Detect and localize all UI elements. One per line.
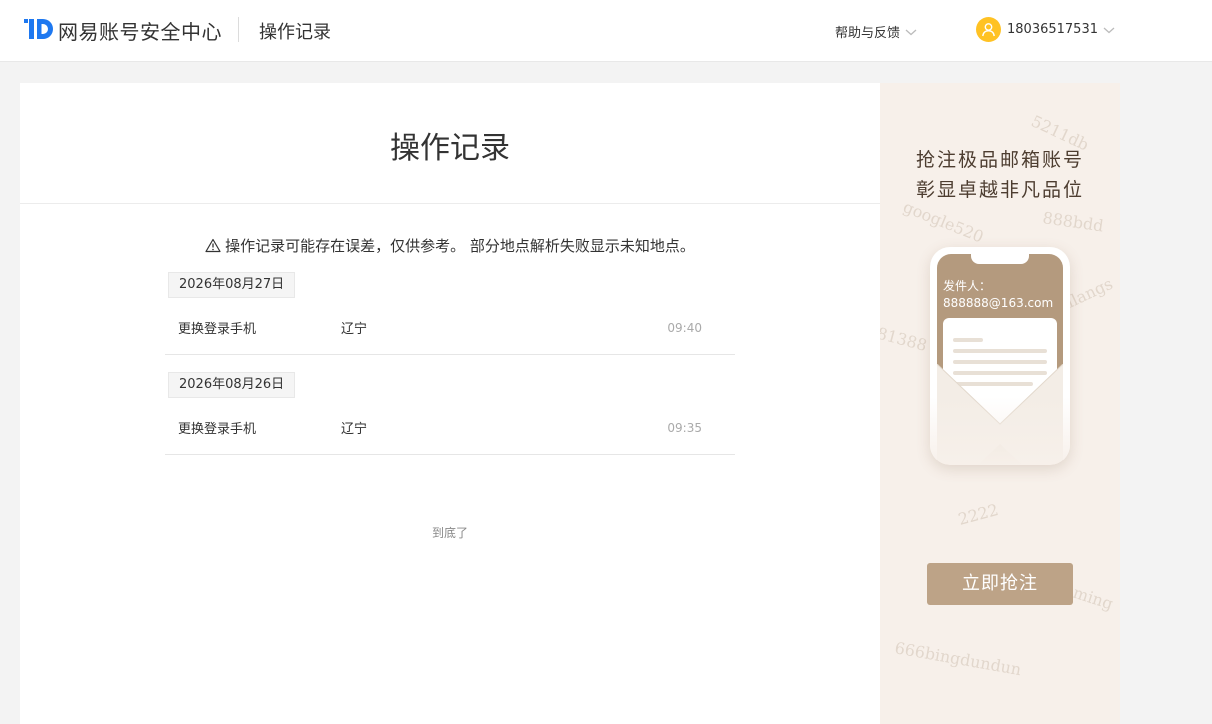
watermark-text: 81388 xyxy=(880,324,929,356)
help-feedback-dropdown[interactable]: 帮助与反馈 xyxy=(835,22,918,41)
header-divider xyxy=(238,17,239,42)
record-action: 更换登录手机 xyxy=(178,422,257,437)
watermark-text: 888bdd xyxy=(1041,208,1104,235)
record-divider xyxy=(165,454,735,455)
sender-email: 888888@163.com xyxy=(943,296,1054,310)
header-page-name: 操作记录 xyxy=(259,22,331,43)
promo-headline: 抢注极品邮箱账号 xyxy=(915,149,1084,171)
chevron-down-icon xyxy=(905,29,917,35)
promo-subheadline: 彰显卓越非凡品位 xyxy=(915,179,1084,201)
notice-text: 操作记录可能存在误差，仅供参考。 部分地点解析失败显示未知地点。 xyxy=(225,237,695,255)
top-navigation-bar: 网易账号安全中心 操作记录 帮助与反馈 18036517531 xyxy=(0,0,1212,62)
record-action: 更换登录手机 xyxy=(178,322,257,337)
watermark-text: google520 xyxy=(901,197,987,246)
record-time: 09:35 xyxy=(667,421,702,435)
record-location: 辽宁 xyxy=(341,322,368,337)
phone-illustration: 发件人： 888888@163.com xyxy=(930,247,1070,465)
record-date-tag: 2026年08月26日 xyxy=(168,372,296,398)
letter-line xyxy=(953,349,1047,353)
phone-fade xyxy=(930,397,1070,465)
operation-records-card: 操作记录 操作记录可能存在误差，仅供参考。 部分地点解析失败显示未知地点。 20… xyxy=(20,83,880,724)
chevron-down-icon xyxy=(1103,27,1115,33)
title-divider xyxy=(20,203,880,204)
record-group: 2026年08月26日 更换登录手机 辽宁 09:35 xyxy=(165,371,735,471)
logo-text[interactable]: 网易账号安全中心 xyxy=(58,16,222,45)
sender-label: 发件人： xyxy=(943,279,992,293)
record-date-tag: 2026年08月27日 xyxy=(168,272,296,298)
phone-notch xyxy=(971,254,1029,264)
user-phone-number: 18036517531 xyxy=(1007,22,1098,37)
user-avatar-icon xyxy=(976,17,1001,42)
warning-icon xyxy=(205,238,221,253)
watermark-text: 2222 xyxy=(956,500,1000,529)
letter-line xyxy=(953,338,983,342)
record-time: 09:40 xyxy=(667,321,702,335)
page-title: 操作记录 xyxy=(390,131,510,166)
user-account-menu[interactable]: 18036517531 xyxy=(976,17,1116,42)
end-of-list-text: 到底了 xyxy=(431,526,468,540)
watermark-text: 666bingdundun xyxy=(893,638,1023,679)
help-feedback-label: 帮助与反馈 xyxy=(835,26,901,41)
record-divider xyxy=(165,354,735,355)
records-notice: 操作记录可能存在误差，仅供参考。 部分地点解析失败显示未知地点。 xyxy=(20,235,880,256)
watermark-text: ming xyxy=(1071,583,1116,614)
record-location: 辽宁 xyxy=(341,422,368,437)
email-promo-banner[interactable]: 5211db 888bdd google520 81388 llangs 222… xyxy=(880,83,1120,724)
watermark-text: llangs xyxy=(1064,274,1116,312)
register-now-button[interactable]: 立即抢注 xyxy=(927,563,1073,605)
record-group: 2026年08月27日 更换登录手机 辽宁 09:40 xyxy=(165,271,735,371)
netease-id-logo-icon[interactable] xyxy=(24,16,56,42)
